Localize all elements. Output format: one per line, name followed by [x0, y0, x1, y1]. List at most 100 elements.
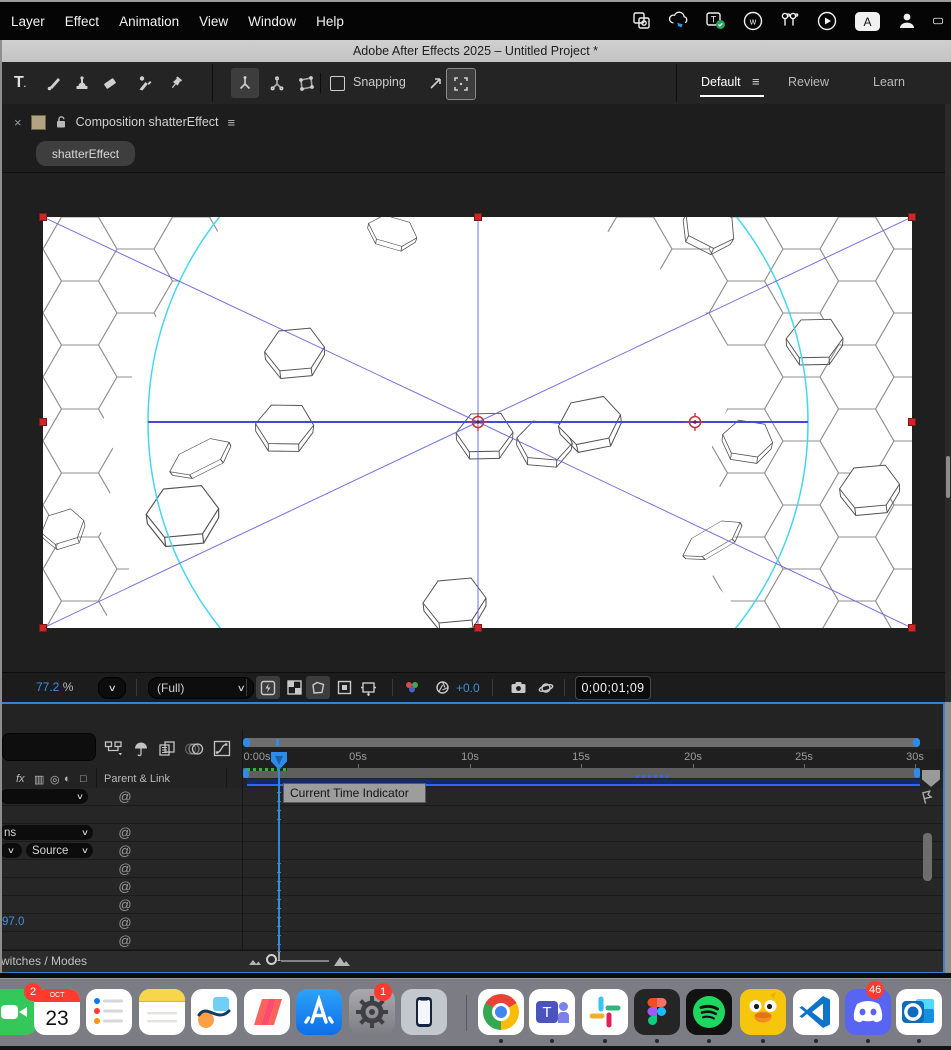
eraser-tool-button[interactable]	[96, 68, 124, 98]
pan-behind-button[interactable]	[356, 676, 380, 699]
layer-inpoint-mark[interactable]: I	[272, 950, 286, 964]
dock-icon-cyberduck[interactable]	[740, 989, 786, 1035]
panel-menu-icon[interactable]: ≡	[228, 115, 236, 130]
graph-editor-button[interactable]	[212, 740, 232, 758]
composition-panel-tab[interactable]: × Composition shatterEffect ≡	[14, 108, 235, 136]
dock-icon-news[interactable]	[244, 989, 290, 1035]
dock-icon-spotify[interactable]	[686, 989, 732, 1035]
handle-top-right[interactable]	[908, 213, 916, 221]
layer-anchor-alt-button[interactable]	[263, 68, 291, 98]
menu-help[interactable]: Help	[316, 14, 344, 29]
free-transform-button[interactable]	[292, 68, 320, 98]
user-icon[interactable]	[896, 10, 918, 32]
comp-marker-bin[interactable]	[922, 770, 940, 787]
handle-top-center[interactable]	[474, 213, 482, 221]
work-area-bar[interactable]	[243, 768, 920, 778]
navigator-end-cap[interactable]	[913, 738, 920, 747]
zoom-out-mountain-icon[interactable]	[248, 957, 262, 966]
pick-whip[interactable]: @	[118, 790, 132, 804]
show-snapshot-button[interactable]	[534, 676, 558, 699]
menu-view[interactable]: View	[199, 14, 228, 29]
layer-anchor-mode-button[interactable]	[231, 68, 259, 98]
pick-whip[interactable]: @	[118, 826, 132, 840]
zoom-level[interactable]: 77.2 %	[36, 680, 73, 694]
menu-animation[interactable]: Animation	[119, 14, 179, 29]
timeline-scrollbar-thumb[interactable]	[923, 833, 932, 881]
row4-mini-dropdown[interactable]: ∨	[0, 843, 22, 858]
teams-status-icon[interactable]: T	[705, 10, 727, 32]
outlook-icon[interactable]	[631, 10, 653, 32]
play-status-icon[interactable]	[816, 10, 838, 32]
mask-visibility-button[interactable]	[332, 676, 356, 699]
puppet-pin-tool-button[interactable]	[162, 68, 190, 98]
motion-blur-column-icon[interactable]: ◎	[50, 770, 60, 788]
pick-whip[interactable]: @	[118, 862, 132, 876]
brush-tool-button[interactable]	[40, 68, 68, 98]
switches-modes-toggle[interactable]: Switches / Modes	[0, 954, 87, 968]
work-area-end[interactable]	[914, 768, 920, 778]
snap-bounds-button[interactable]	[446, 68, 476, 100]
snapshot-button[interactable]	[506, 676, 530, 699]
timeline-navigator[interactable]	[243, 738, 920, 747]
menu-layer[interactable]: Layer	[11, 14, 45, 29]
input-source-icon[interactable]: A	[853, 10, 881, 32]
dock-icon-app-store[interactable]	[296, 989, 342, 1035]
fx-column-header[interactable]: fx	[16, 770, 25, 788]
workspace-tab-learn[interactable]: Learn	[873, 75, 905, 89]
transparency-grid-button[interactable]	[282, 676, 306, 699]
dock-icon-outlook[interactable]	[896, 989, 942, 1035]
dock-icon-slack[interactable]	[582, 989, 628, 1035]
clone-stamp-tool-button[interactable]	[68, 68, 96, 98]
dock-icon-notes[interactable]	[139, 989, 185, 1035]
type-tool-button[interactable]: T.	[6, 68, 34, 98]
handle-bottom-center[interactable]	[474, 624, 482, 632]
threed-column-icon[interactable]: □	[80, 770, 87, 788]
webex-icon[interactable]: w	[742, 10, 764, 32]
handle-bottom-left[interactable]	[39, 624, 47, 632]
workspace-menu-icon[interactable]: ≡	[752, 74, 760, 89]
row4-source-dropdown[interactable]: Source∨	[26, 843, 93, 858]
snapping-label[interactable]: Snapping	[353, 75, 406, 89]
timecode-display[interactable]: 0;00;01;09	[575, 676, 651, 700]
pick-whip[interactable]: @	[118, 934, 132, 948]
menu-effect[interactable]: Effect	[65, 14, 99, 29]
menu-window[interactable]: Window	[248, 14, 296, 29]
draft-3d-button[interactable]	[131, 740, 151, 758]
right-scrollbar-thumb[interactable]	[946, 456, 950, 498]
exposure-reset-button[interactable]	[430, 676, 454, 699]
fast-previews-button[interactable]	[256, 676, 280, 699]
current-time-indicator-line[interactable]	[278, 768, 280, 952]
workspace-tab-review[interactable]: Review	[788, 75, 829, 89]
dock-icon-teams[interactable]: T	[529, 989, 575, 1035]
exposure-value[interactable]: +0.0	[456, 681, 480, 695]
pick-whip[interactable]: @	[118, 916, 132, 930]
snapping-checkbox[interactable]	[330, 76, 345, 91]
dock-icon-chrome[interactable]	[478, 989, 524, 1035]
composition-canvas[interactable]	[43, 217, 912, 628]
zoom-in-mountain-icon[interactable]	[333, 954, 351, 967]
resolution-dropdown[interactable]: (Full) ∨	[148, 677, 254, 699]
dock-icon-reminders[interactable]	[86, 989, 132, 1035]
row3-dropdown[interactable]: ns∨	[0, 825, 93, 840]
timeline-zoom-track[interactable]	[281, 960, 329, 962]
pick-whip[interactable]: @	[118, 898, 132, 912]
zoom-dropdown[interactable]: ∨	[98, 677, 126, 699]
region-of-interest-button[interactable]	[306, 676, 330, 699]
frame-blending-button[interactable]	[157, 740, 177, 758]
pick-whip[interactable]: @	[118, 844, 132, 858]
airpods-icon[interactable]	[779, 10, 801, 32]
motion-blur-button[interactable]	[185, 740, 205, 758]
time-ruler[interactable]: 0:00s 05s 10s 15s 20s 25s 30s	[243, 749, 943, 770]
roto-brush-tool-button[interactable]	[130, 68, 158, 98]
timeline-search-input[interactable]	[2, 733, 96, 761]
handle-bottom-right[interactable]	[908, 624, 916, 632]
comp-marker-icon[interactable]	[919, 789, 936, 806]
dock-icon-vscode[interactable]	[793, 989, 839, 1035]
handle-mid-left[interactable]	[39, 418, 47, 426]
close-icon[interactable]: ×	[14, 115, 22, 130]
layer-rows-area[interactable]	[0, 788, 943, 950]
navigator-start-cap[interactable]	[243, 738, 250, 747]
composition-tab-shatterEffect[interactable]: shatterEffect	[36, 141, 135, 166]
creative-cloud-sync-icon[interactable]	[668, 10, 690, 32]
workspace-tab-default[interactable]: Default	[701, 75, 741, 89]
